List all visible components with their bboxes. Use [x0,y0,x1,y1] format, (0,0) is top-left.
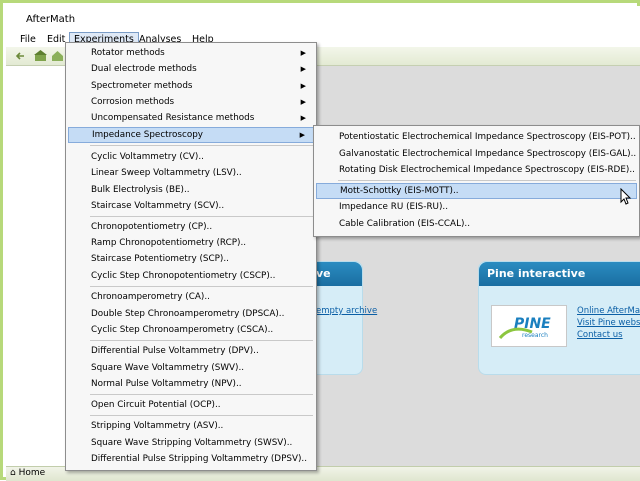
mouse-cursor-icon [620,187,632,206]
pine-logo: PINE research [491,305,567,347]
submenu-arrow-icon: ▶ [300,65,306,73]
menu-item-npv[interactable]: Normal Pulse Voltammetry (NPV).. [68,376,314,392]
impedance-submenu: Potentiostatic Electrochemical Impedance… [313,125,640,237]
menu-item-eis-gal[interactable]: Galvanostatic Electrochemical Impedance … [316,146,637,162]
menu-item-scv[interactable]: Staircase Voltammetry (SCV).. [68,198,314,214]
menu-item-eis-mott[interactable]: Mott-Schottky (EIS-MOTT).. [316,183,637,199]
menu-separator [90,415,313,416]
menu-separator [90,216,313,217]
empty-archive-link[interactable]: empty archive [316,306,377,316]
submenu-arrow-icon: ▶ [300,82,306,90]
contact-us-link[interactable]: Contact us [577,330,623,340]
menu-item-ocp[interactable]: Open Circuit Potential (OCP).. [68,397,314,413]
menu-item-csca[interactable]: Cyclic Step Chronoamperometry (CSCA).. [68,322,314,338]
menu-item-dpsca[interactable]: Double Step Chronoamperometry (DPSCA).. [68,306,314,322]
menu-item-cscp[interactable]: Cyclic Step Chronopotentiometry (CSCP).. [68,268,314,284]
submenu-arrow-icon: ▶ [299,131,305,139]
submenu-arrow-icon: ▶ [300,114,306,122]
menu-item-be[interactable]: Bulk Electrolysis (BE).. [68,182,314,198]
menu-item-eis-ccal[interactable]: Cable Calibration (EIS-CCAL).. [316,216,637,232]
online-aftermath-link[interactable]: Online AfterMat [577,306,640,316]
menu-item-dpv[interactable]: Differential Pulse Voltammetry (DPV).. [68,343,314,359]
experiments-menu: Rotator methods ▶ Dual electrode methods ▶… [65,42,317,471]
menu-item-dpsv[interactable]: Differential Pulse Stripping Voltammetry… [68,451,314,467]
menu-separator [90,394,313,395]
menu-item-eis-rde[interactable]: Rotating Disk Electrochemical Impedance … [316,162,637,178]
menu-separator [338,180,636,181]
menu-item-rcp[interactable]: Ramp Chronopotentiometry (RCP).. [68,235,314,251]
submenu-arrow-icon: ▶ [300,98,306,106]
left-panel [6,66,69,466]
visit-pine-website-link[interactable]: Visit Pine websi [577,318,640,328]
menu-item-cp[interactable]: Chronopotentiometry (CP).. [68,219,314,235]
menu-separator [90,145,313,146]
back-arrow-icon[interactable] [14,50,27,62]
home-tab[interactable]: ⌂ Home [10,468,45,478]
menu-item-lsv[interactable]: Linear Sweep Voltammetry (LSV).. [68,165,314,181]
menu-item-ca[interactable]: Chronoamperometry (CA).. [68,289,314,305]
menu-item-swsv[interactable]: Square Wave Stripping Voltammetry (SWSV)… [68,435,314,451]
menu-item-dual-electrode-methods[interactable]: Dual electrode methods ▶ [68,61,314,77]
menu-item-scp[interactable]: Staircase Potentiometry (SCP).. [68,251,314,267]
pine-interactive-card: Pine interactive PINE research Online Af… [478,261,640,375]
menu-separator [90,286,313,287]
menu-item-asv[interactable]: Stripping Voltammetry (ASV).. [68,418,314,434]
home-icon: ⌂ [10,468,16,478]
menu-item-impedance-spectroscopy[interactable]: Impedance Spectroscopy ▶ [68,127,314,143]
menu-item-spectrometer-methods[interactable]: Spectrometer methods ▶ [68,78,314,94]
pine-interactive-header: Pine interactive [479,262,640,286]
menu-item-uncompensated-resistance-methods[interactable]: Uncompensated Resistance methods ▶ [68,110,314,126]
svg-text:research: research [522,332,548,339]
submenu-arrow-icon: ▶ [300,49,306,57]
menu-item-swv[interactable]: Square Wave Voltammetry (SWV).. [68,360,314,376]
menu-item-cv[interactable]: Cyclic Voltammetry (CV).. [68,149,314,165]
menu-item-eis-pot[interactable]: Potentiostatic Electrochemical Impedance… [316,129,637,145]
title-bar: AfterMath [6,6,640,32]
menu-file[interactable]: File [16,33,40,46]
menu-item-corrosion-methods[interactable]: Corrosion methods ▶ [68,94,314,110]
home-icon[interactable] [51,50,64,62]
window-title: AfterMath [26,14,76,25]
home-tab-label: Home [18,468,46,478]
menu-item-eis-ru[interactable]: Impedance RU (EIS-RU).. [316,199,637,215]
building-icon[interactable] [34,50,47,62]
menu-separator [90,340,313,341]
menu-item-rotator-methods[interactable]: Rotator methods ▶ [68,45,314,61]
